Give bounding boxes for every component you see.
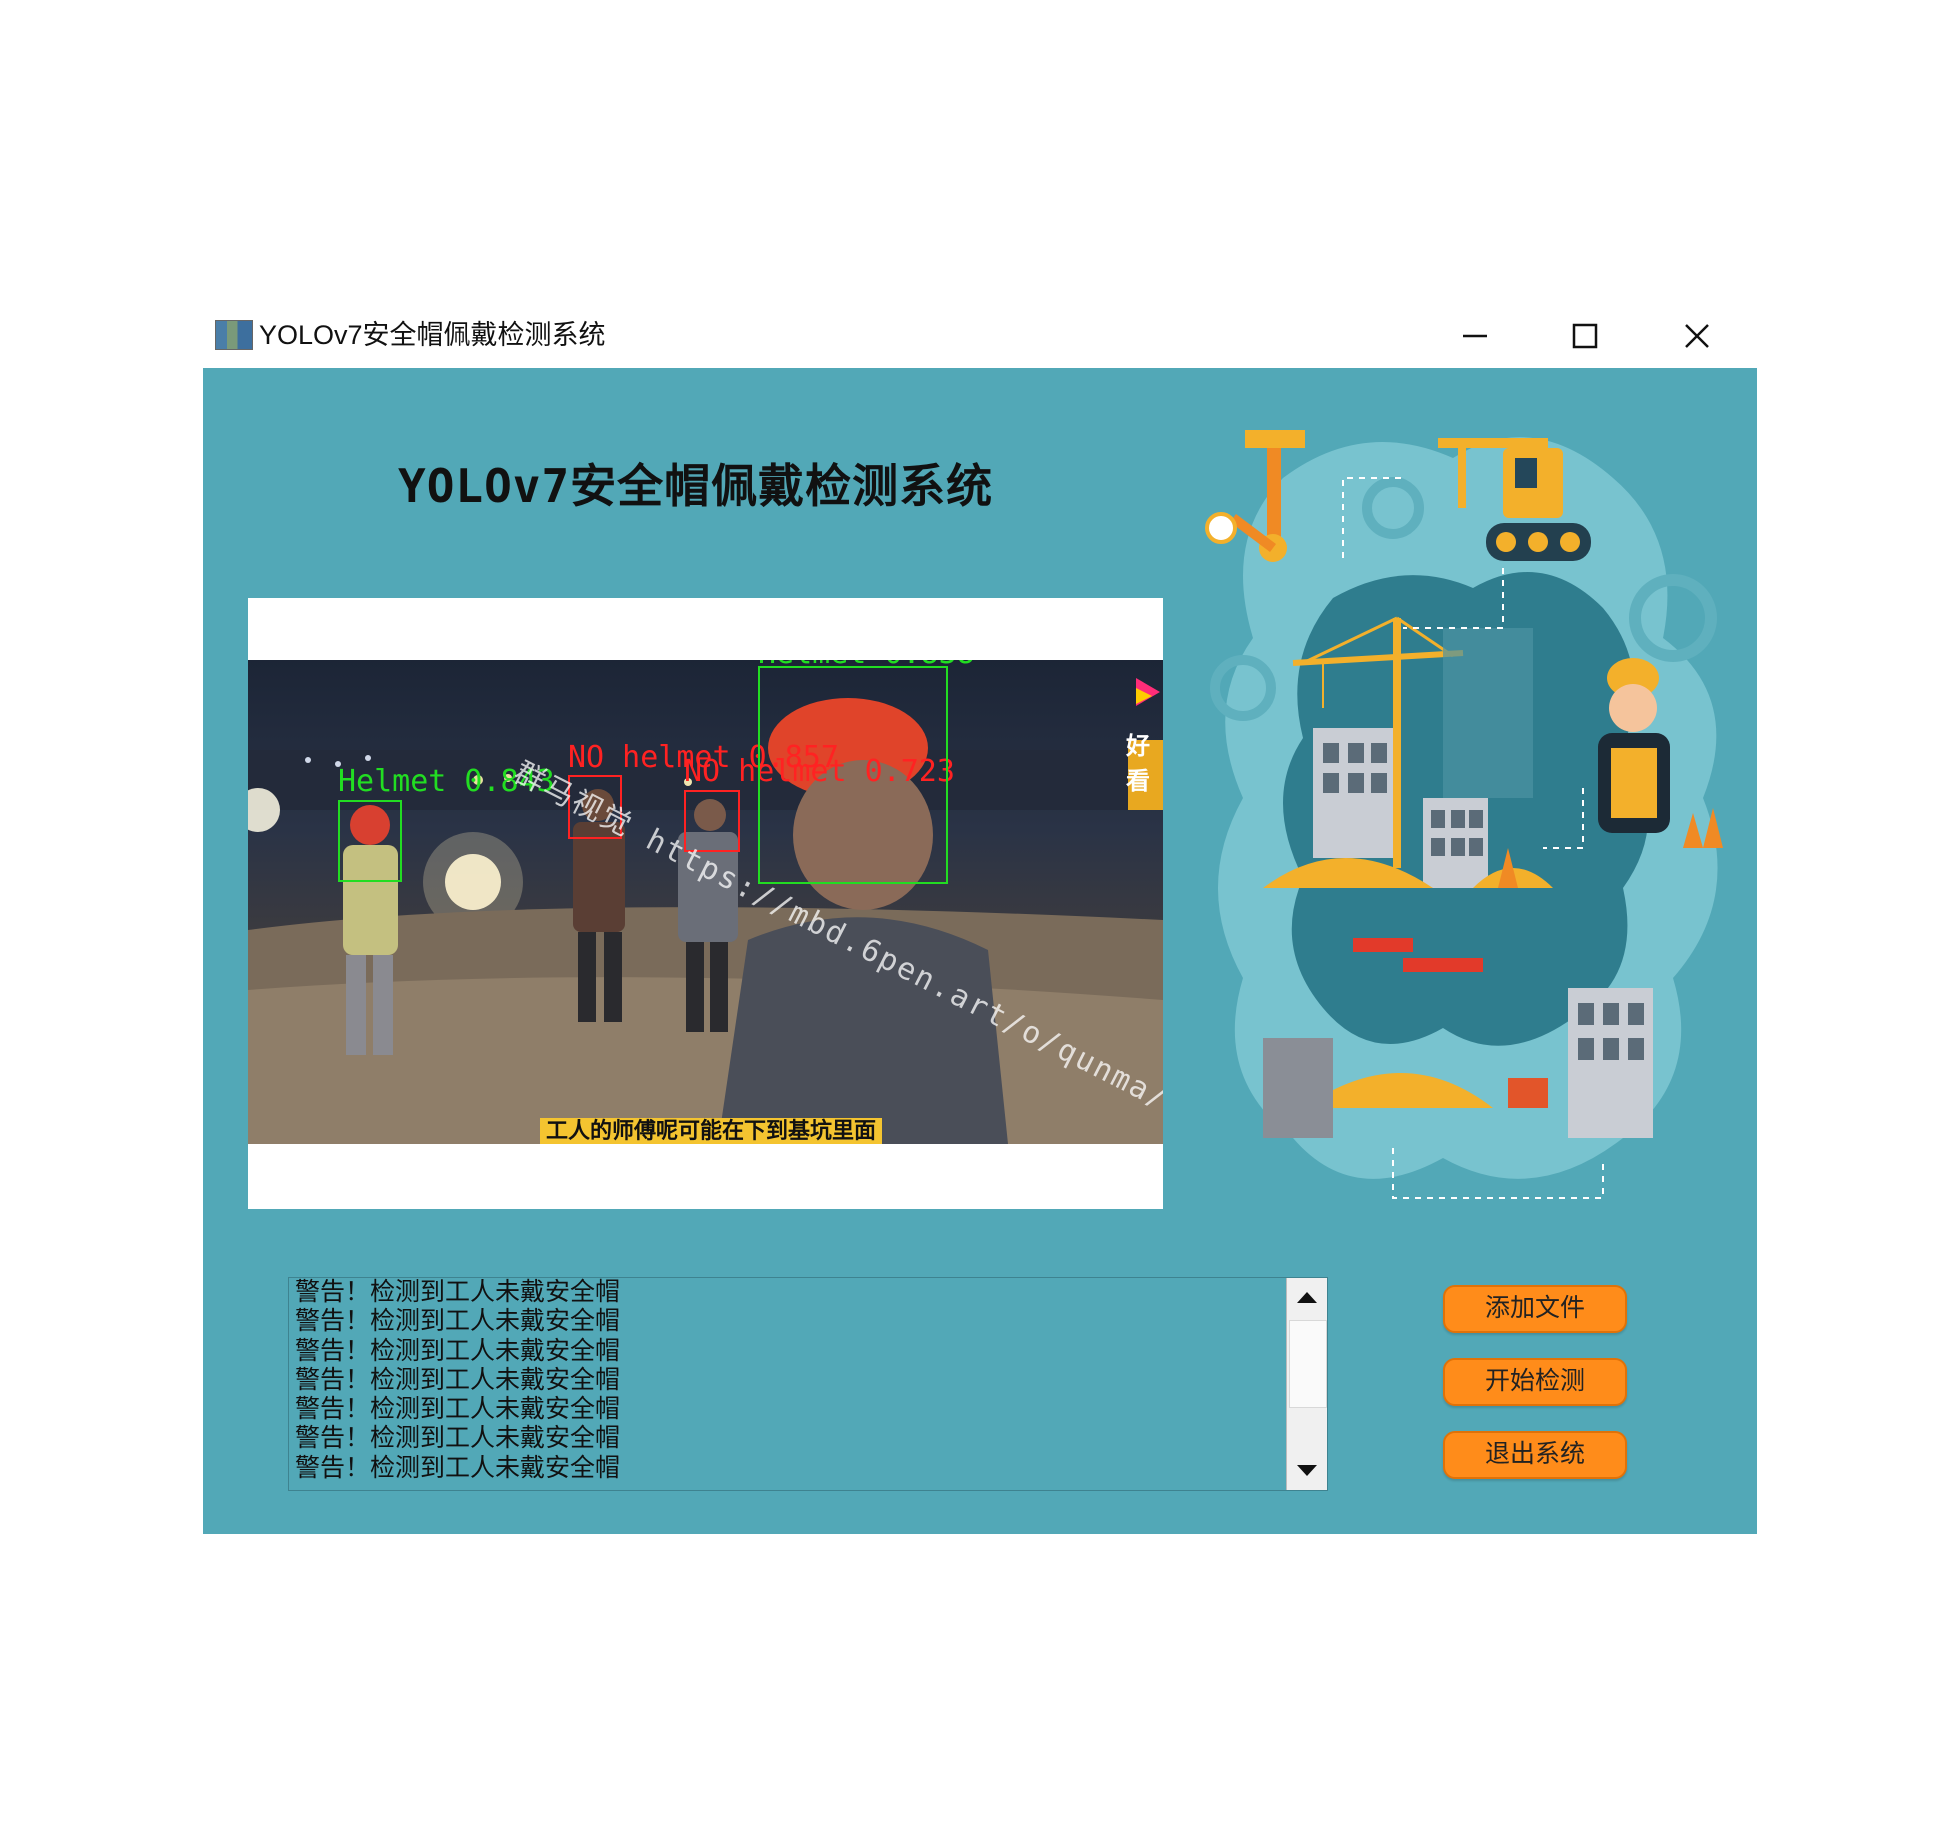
scene-image	[248, 698, 1163, 1144]
window-titlebar: YOLOv7安全帽佩戴检测系统	[203, 308, 1757, 368]
video-app-badge: 好看	[1126, 732, 1150, 795]
log-line: 警告！检测到工人未戴安全帽	[295, 1366, 621, 1394]
detection-log[interactable]: 警告！检测到工人未戴安全帽 警告！检测到工人未戴安全帽 警告！检测到工人未戴安全…	[288, 1277, 1328, 1491]
maximize-button[interactable]	[1565, 316, 1605, 356]
video-app-logo-icon	[1136, 678, 1160, 706]
log-line: 警告！检测到工人未戴安全帽	[295, 1396, 621, 1424]
construction-illustration	[1205, 430, 1723, 1199]
page-title: YOLOv7安全帽佩戴检测系统	[398, 459, 994, 513]
arrow-down-icon	[1297, 1465, 1317, 1476]
add-file-button[interactable]: 添加文件	[1443, 1285, 1627, 1333]
start-detection-button[interactable]: 开始检测	[1443, 1358, 1627, 1406]
scroll-down-button[interactable]	[1287, 1450, 1327, 1490]
scroll-up-button[interactable]	[1287, 1278, 1327, 1318]
log-line: 警告！检测到工人未戴安全帽	[295, 1454, 621, 1482]
log-line: 警告！检测到工人未戴安全帽	[295, 1308, 621, 1336]
app-icon	[215, 320, 253, 350]
window-title: YOLOv7安全帽佩戴检测系统	[259, 320, 606, 350]
video-subtitle: 工人的师傅呢可能在下到基坑里面	[540, 1118, 883, 1144]
detection-frame: Helmet 0.843 NO helmet 0.857 NO helmet 0…	[248, 660, 1163, 1144]
detection-label: Helmet 0.838	[758, 660, 975, 670]
log-scrollbar[interactable]	[1286, 1278, 1327, 1490]
log-line: 警告！检测到工人未戴安全帽	[295, 1279, 621, 1306]
arrow-up-icon	[1297, 1292, 1317, 1303]
close-button[interactable]	[1677, 316, 1717, 356]
scroll-thumb[interactable]	[1289, 1320, 1327, 1408]
detection-box	[758, 666, 948, 884]
detection-box	[338, 800, 402, 882]
video-display: Helmet 0.843 NO helmet 0.857 NO helmet 0…	[248, 598, 1163, 1209]
exit-system-button[interactable]: 退出系统	[1443, 1431, 1627, 1479]
close-icon	[1685, 324, 1709, 348]
log-line: 警告！检测到工人未戴安全帽	[295, 1337, 621, 1365]
log-lines: 警告！检测到工人未戴安全帽 警告！检测到工人未戴安全帽 警告！检测到工人未戴安全…	[295, 1278, 1285, 1483]
maximize-icon	[1572, 323, 1598, 349]
log-line: 警告！检测到工人未戴安全帽	[295, 1425, 621, 1453]
main-panel: YOLOv7安全帽佩戴检测系统 Helmet 0.843 NO helmet 0…	[203, 368, 1757, 1534]
minimize-button[interactable]	[1455, 316, 1495, 356]
minimize-icon	[1463, 334, 1487, 338]
